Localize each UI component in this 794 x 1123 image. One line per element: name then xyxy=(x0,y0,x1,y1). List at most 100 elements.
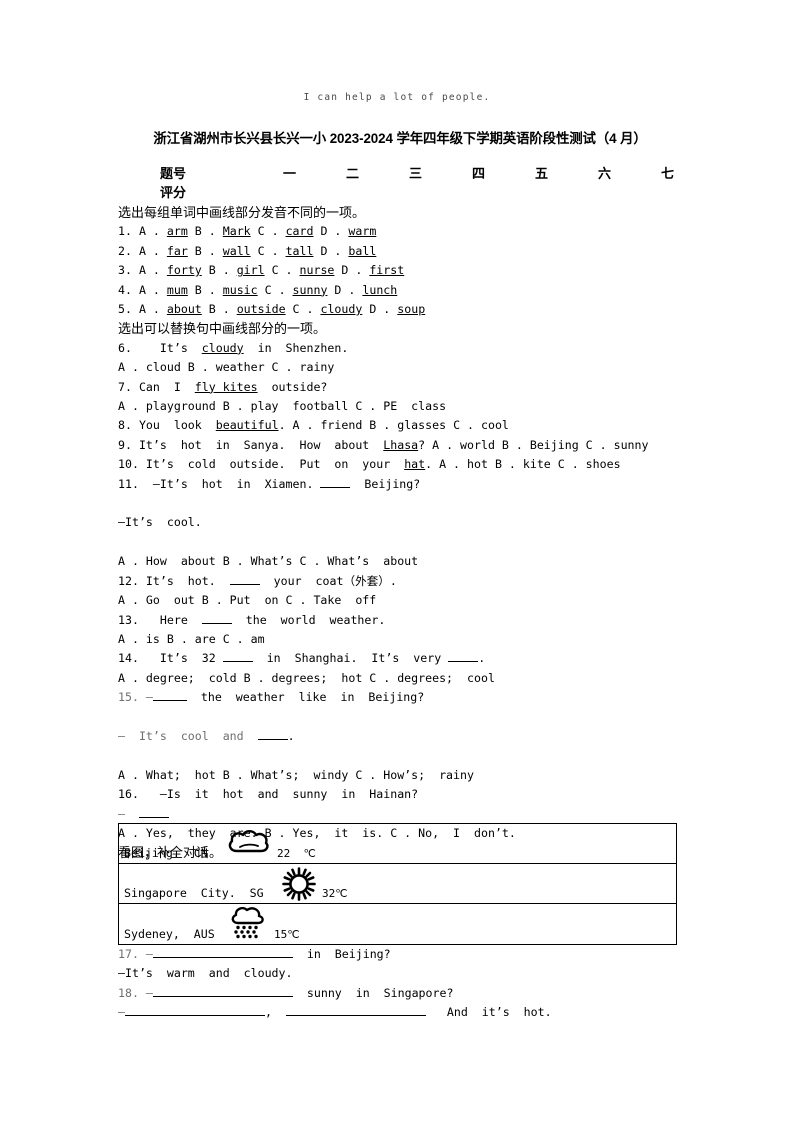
question-7-stem: 7. Can I fly kites outside? xyxy=(118,378,688,397)
question-7-stem-text: 7. Can I fly kites outside? xyxy=(118,379,328,394)
score-column-6: 六 xyxy=(597,166,611,181)
weather-row-singapore: Singapore City. SG 32℃ xyxy=(119,864,676,904)
weather-table: Beijing. CN 22 ℃ Singapore City. SG 32℃ … xyxy=(118,823,677,945)
question-13-options: A . is B . are C . am xyxy=(118,630,688,649)
question-10-text: 10. It’s cold outside. Put on your hat. … xyxy=(118,457,621,472)
question-18-text-a: 18. — xyxy=(118,985,153,1000)
spacer-line-2 xyxy=(118,533,688,552)
question-15-blank-1[interactable] xyxy=(152,700,187,702)
question-15-answer-text-a: — It’s cool and xyxy=(118,728,244,743)
question-4-text: 4. A . mum B . music C . sunny D . lunch xyxy=(118,282,398,297)
question-18-text-b: sunny in Singapore? xyxy=(306,985,454,1000)
question-11-stem-text-b: Beijing? xyxy=(364,476,421,491)
score-table-score-row: 评分 xyxy=(160,183,660,202)
question-17-text-a: 17. — xyxy=(118,947,153,961)
question-11-options-text: A . How about B . What’s C . What’s abou… xyxy=(118,554,419,569)
question-6-options: A . cloud B . weather C . rainy xyxy=(118,358,688,377)
question-17-answer-text: —It’s warm and cloudy. xyxy=(118,966,293,981)
weather-temp-singapore: 32℃ xyxy=(322,887,348,900)
question-11-blank[interactable] xyxy=(320,486,351,488)
question-15-stem-text-b: the weather like in Beijing? xyxy=(200,690,425,705)
sunny-icon xyxy=(282,867,316,901)
score-table-header-row: 题号 一 二 三 四 五 六 七 xyxy=(160,164,674,183)
question-12-options-text: A . Go out B . Put on C . Take off xyxy=(118,593,377,608)
score-value-2 xyxy=(321,183,384,202)
weather-place-singapore: Singapore City. SG xyxy=(124,886,264,900)
score-value-7 xyxy=(636,183,699,202)
question-3: 3. A . forty B . girl C . nurse D . firs… xyxy=(118,261,688,280)
question-16-stem: 16. —Is it hot and sunny in Hainan? xyxy=(118,785,688,804)
weather-place-beijing: Beijing. CN xyxy=(124,846,208,860)
question-9-text: 9. It’s hot in Sanya. How about Lhasa? A… xyxy=(118,437,649,452)
question-7-options: A . playground B . play football C . PE … xyxy=(118,397,688,416)
question-12-options: A . Go out B . Put on C . Take off xyxy=(118,591,688,610)
score-column-1: 一 xyxy=(282,166,296,181)
exam-paper-page: I can help a lot of people. 浙江省湖州市长兴县长兴一… xyxy=(0,0,794,1123)
question-11-options: A . How about B . What’s C . What’s abou… xyxy=(118,552,688,571)
rainy-icon xyxy=(229,906,267,942)
question-18-answer-blank-2[interactable] xyxy=(285,1015,426,1017)
question-16-answer: — xyxy=(118,805,688,824)
question-15-stem: 15. — the weather like in Beijing? xyxy=(118,688,688,707)
question-11-answer: —It’s cool. xyxy=(118,513,688,532)
question-18-answer-text-b: , xyxy=(264,1005,272,1020)
question-13-stem: 13. Here the world weather. xyxy=(118,611,688,630)
question-18-answer-blank-1[interactable] xyxy=(124,1015,265,1017)
score-table-row-label-number: 题号 xyxy=(160,166,187,181)
score-value-4 xyxy=(447,183,510,202)
question-14-stem-text-c: . xyxy=(478,651,486,666)
question-13-blank[interactable] xyxy=(201,622,232,624)
question-17-blank[interactable] xyxy=(152,957,293,958)
question-12-blank[interactable] xyxy=(229,583,260,585)
question-18-blank[interactable] xyxy=(152,995,293,997)
question-11-stem: 11. —It’s hot in Xiamen. Beijing? xyxy=(118,475,688,494)
question-15-answer: — It’s cool and . xyxy=(118,727,688,746)
question-14-stem: 14. It’s 32 in Shanghai. It’s very . xyxy=(118,649,688,668)
question-6-options-text: A . cloud B . weather C . rainy xyxy=(118,360,335,375)
weather-row-sydney: Sydeney, AUS 15℃ xyxy=(119,904,676,944)
question-18-answer: —, And it’s hot. xyxy=(118,1003,688,1022)
cloudy-icon xyxy=(227,829,271,855)
weather-place-sydney: Sydeney, AUS xyxy=(124,927,215,941)
question-17-answer: —It’s warm and cloudy. xyxy=(118,964,688,983)
question-8: 8. You look beautiful. A . friend B . gl… xyxy=(118,416,688,435)
question-15-blank-2[interactable] xyxy=(257,738,288,740)
weather-temp-sydney: 15℃ xyxy=(274,928,300,941)
question-13-stem-text-b: the world weather. xyxy=(245,612,386,627)
question-14-blank-1[interactable] xyxy=(222,661,253,663)
question-11-stem-text-a: 11. —It’s hot in Xiamen. xyxy=(118,476,314,491)
score-value-1 xyxy=(258,183,321,202)
question-3-text: 3. A . forty B . girl C . nurse D . firs… xyxy=(118,263,405,278)
question-12-stem-text-a: 12. It’s hot. xyxy=(118,573,216,588)
question-2: 2. A . far B . wall C . tall D . ball xyxy=(118,242,688,261)
score-column-2: 二 xyxy=(345,166,359,181)
question-4: 4. A . mum B . music C . sunny D . lunch xyxy=(118,281,688,300)
question-9: 9. It’s hot in Sanya. How about Lhasa? A… xyxy=(118,436,688,455)
section-heading-2: 选出可以替换句中画线部分的一项。 xyxy=(118,321,327,337)
score-table-row-label-score: 评分 xyxy=(160,185,187,200)
question-14-options: A . degree; cold B . degrees; hot C . de… xyxy=(118,669,688,688)
score-column-3: 三 xyxy=(408,166,422,181)
score-column-7: 七 xyxy=(660,166,674,181)
score-value-5 xyxy=(510,183,573,202)
question-14-stem-text-a: 14. It’s 32 xyxy=(118,651,216,666)
question-2-text: 2. A . far B . wall C . tall D . ball xyxy=(118,243,377,258)
score-column-5: 五 xyxy=(534,166,548,181)
spacer-line-4 xyxy=(118,746,688,765)
question-16-blank[interactable] xyxy=(138,816,169,818)
question-7-options-text: A . playground B . play football C . PE … xyxy=(118,399,447,414)
question-13-stem-text-a: 13. Here xyxy=(118,612,188,627)
exam-tail: 17. — in Beijing? —It’s warm and cloudy.… xyxy=(118,945,688,1023)
question-12-stem-text-b: your coat（外套）. xyxy=(273,573,397,588)
weather-temp-beijing: 22 ℃ xyxy=(277,847,316,860)
question-5-text: 5. A . about B . outside C . cloudy D . … xyxy=(118,302,426,317)
question-14-options-text: A . degree; cold B . degrees; hot C . de… xyxy=(118,670,495,685)
score-column-4: 四 xyxy=(471,166,485,181)
question-16-stem-text: 16. —Is it hot and sunny in Hainan? xyxy=(118,787,419,802)
question-1-text: 1. A . arm B . Mark C . card D . warm xyxy=(118,224,377,239)
question-14-blank-2[interactable] xyxy=(448,661,479,663)
question-18-answer-dash: — xyxy=(118,1005,125,1020)
question-8-text: 8. You look beautiful. A . friend B . gl… xyxy=(118,418,509,433)
spacer-line-3 xyxy=(118,708,688,727)
question-17-text-b: in Beijing? xyxy=(306,947,391,961)
